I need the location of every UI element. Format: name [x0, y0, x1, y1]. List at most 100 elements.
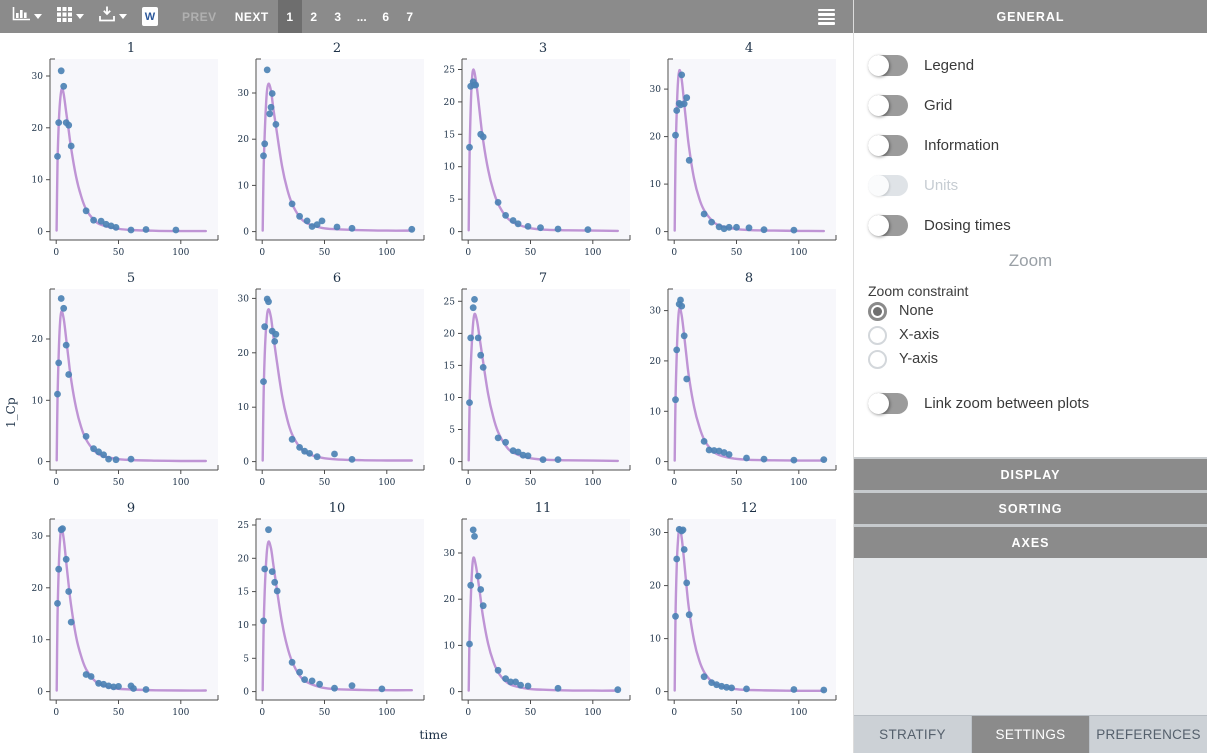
page-button-3[interactable]: 3 — [326, 0, 350, 33]
svg-text:5: 5 — [449, 195, 455, 205]
svg-text:20: 20 — [444, 329, 456, 339]
svg-text:10: 10 — [32, 176, 44, 186]
zoom-constraint-none-option[interactable]: None — [868, 299, 1193, 323]
legend-toggle[interactable] — [868, 55, 908, 76]
subplot-panel-3[interactable]: 05101520250501003 — [426, 37, 632, 267]
svg-text:50: 50 — [113, 708, 125, 718]
axes-panel-header[interactable]: AXES — [854, 527, 1207, 558]
sorting-panel-header[interactable]: SORTING — [854, 493, 1207, 524]
radio-icon[interactable] — [868, 302, 887, 321]
subplot-title: 10 — [329, 501, 346, 516]
subplot-svg: 010203005010011 — [426, 497, 632, 727]
word-export-button[interactable]: W — [142, 7, 158, 26]
svg-text:10: 10 — [238, 181, 250, 191]
svg-text:20: 20 — [650, 582, 662, 592]
information-toggle[interactable] — [868, 135, 908, 156]
svg-text:30: 30 — [238, 89, 250, 99]
svg-text:30: 30 — [444, 549, 456, 559]
svg-text:10: 10 — [650, 180, 662, 190]
radio-icon[interactable] — [868, 326, 887, 345]
tab-stratify[interactable]: STRATIFY — [854, 716, 972, 753]
subplot-title: 4 — [745, 41, 753, 56]
svg-text:0: 0 — [259, 248, 265, 258]
svg-text:0: 0 — [655, 228, 661, 238]
export-button[interactable] — [99, 6, 127, 27]
svg-text:0: 0 — [243, 228, 249, 238]
zoom-section-title: Zoom — [868, 251, 1193, 271]
legend-toggle-row: Legend — [868, 51, 1193, 79]
x-axis-label: time — [14, 727, 853, 747]
prev-page-button[interactable]: PREV — [182, 10, 217, 24]
svg-text:10: 10 — [650, 635, 662, 645]
next-page-button[interactable]: NEXT — [235, 10, 269, 24]
svg-text:0: 0 — [671, 478, 677, 488]
svg-text:20: 20 — [238, 135, 250, 145]
page-button-7[interactable]: 7 — [398, 0, 422, 33]
information-toggle-label: Information — [924, 137, 999, 154]
subplot-panel-4[interactable]: 01020300501004 — [632, 37, 838, 267]
chart-type-icon — [12, 7, 30, 26]
subplot-panel-9[interactable]: 01020300501009 — [14, 497, 220, 727]
app-root: W PREV NEXT 1 2 3 ... 6 7 1_Cp 010203005… — [0, 0, 1207, 753]
svg-text:5: 5 — [243, 654, 249, 664]
chart-type-button[interactable] — [12, 7, 42, 26]
radio-label: X-axis — [899, 327, 939, 343]
svg-text:0: 0 — [449, 228, 455, 238]
subplot-svg: 01020300501004 — [632, 37, 838, 267]
legend-toggle-label: Legend — [924, 57, 974, 74]
svg-text:20: 20 — [238, 349, 250, 359]
svg-text:0: 0 — [53, 708, 59, 718]
subplot-panel-10[interactable]: 051015202505010010 — [220, 497, 426, 727]
subplot-panel-11[interactable]: 010203005010011 — [426, 497, 632, 727]
subplot-title: 5 — [127, 271, 135, 286]
page-button-2[interactable]: 2 — [302, 0, 326, 33]
link-zoom-toggle[interactable] — [868, 393, 908, 414]
menu-icon[interactable] — [818, 9, 835, 25]
plots-area: 1_Cp 01020300501001010203005010020510152… — [0, 33, 853, 753]
grid-layout-button[interactable] — [57, 7, 84, 27]
svg-text:15: 15 — [444, 361, 456, 371]
tab-settings[interactable]: SETTINGS — [972, 716, 1090, 753]
radio-label: Y-axis — [899, 351, 938, 367]
subplot-panel-2[interactable]: 01020300501002 — [220, 37, 426, 267]
subplot-panel-5[interactable]: 010200501005 — [14, 267, 220, 497]
subplot-panel-8[interactable]: 01020300501008 — [632, 267, 838, 497]
svg-text:100: 100 — [584, 478, 601, 488]
units-toggle — [868, 175, 908, 196]
display-panel-header[interactable]: DISPLAY — [854, 459, 1207, 490]
svg-text:50: 50 — [319, 708, 331, 718]
tab-preferences[interactable]: PREFERENCES — [1090, 716, 1207, 753]
subplot-panel-6[interactable]: 01020300501006 — [220, 267, 426, 497]
radio-icon[interactable] — [868, 350, 887, 369]
svg-text:100: 100 — [790, 708, 807, 718]
svg-text:15: 15 — [238, 588, 250, 598]
svg-text:15: 15 — [444, 130, 456, 140]
svg-text:50: 50 — [525, 248, 537, 258]
svg-text:50: 50 — [319, 478, 331, 488]
information-toggle-row: Information — [868, 131, 1193, 159]
grid-layout-icon — [57, 7, 72, 27]
zoom-constraint-xaxis-option[interactable]: X-axis — [868, 323, 1193, 347]
dosing-times-toggle[interactable] — [868, 215, 908, 236]
subplot-svg: 01020300501009 — [14, 497, 220, 727]
svg-text:50: 50 — [525, 708, 537, 718]
svg-text:0: 0 — [671, 248, 677, 258]
svg-text:0: 0 — [449, 688, 455, 698]
svg-text:0: 0 — [655, 458, 661, 468]
svg-text:20: 20 — [32, 124, 44, 134]
svg-text:0: 0 — [259, 478, 265, 488]
page-button-1[interactable]: 1 — [278, 0, 302, 33]
svg-text:30: 30 — [650, 85, 662, 95]
grid-toggle[interactable] — [868, 95, 908, 116]
svg-text:10: 10 — [32, 396, 44, 406]
subplot-panel-7[interactable]: 05101520250501007 — [426, 267, 632, 497]
zoom-constraint-yaxis-option[interactable]: Y-axis — [868, 347, 1193, 371]
svg-text:100: 100 — [584, 248, 601, 258]
subplot-panel-12[interactable]: 010203005010012 — [632, 497, 838, 727]
svg-text:10: 10 — [650, 407, 662, 417]
general-panel-header[interactable]: GENERAL — [854, 0, 1207, 33]
subplot-title: 8 — [745, 271, 753, 286]
subplot-svg: 05101520250501007 — [426, 267, 632, 497]
subplot-panel-1[interactable]: 01020300501001 — [14, 37, 220, 267]
page-button-6[interactable]: 6 — [374, 0, 398, 33]
